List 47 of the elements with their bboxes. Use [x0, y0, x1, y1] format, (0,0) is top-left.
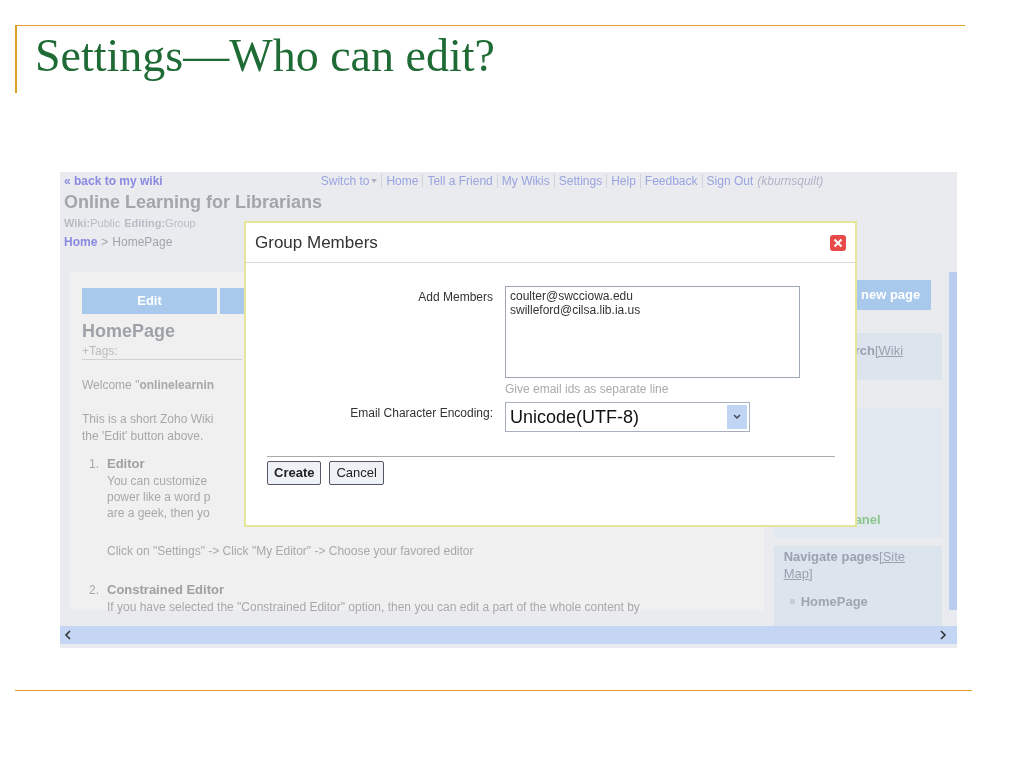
encoding-select[interactable]: Unicode(UTF-8) [505, 402, 750, 432]
caret-icon [371, 179, 378, 183]
create-button[interactable]: Create [267, 461, 322, 485]
list-text: You can customize [107, 473, 208, 489]
username: (kburnsquilt) [757, 174, 824, 188]
breadcrumb-current: HomePage [112, 234, 173, 251]
list-text: power like a word p [107, 489, 211, 505]
breadcrumb-separator: > [101, 234, 109, 251]
navigate-heading: Navigate pages[Site Map] [783, 548, 907, 582]
field-label: Add Members [417, 289, 494, 306]
list-note: Click on "Settings" -> Click "My Editor" -> Choose your favored editor [107, 543, 474, 559]
dialog-title: Group Members [255, 231, 378, 254]
list-text: If you have selected the "Constrained Editor" option, then you can edit a part of the whole content by [107, 599, 640, 615]
back-link[interactable]: « back to my wiki [64, 174, 163, 188]
nav-link[interactable]: Settings [558, 174, 603, 188]
close-icon[interactable] [830, 234, 846, 251]
scroll-left-icon[interactable] [64, 630, 74, 640]
dropdown-icon [727, 405, 747, 429]
breadcrumb-link[interactable]: Home [64, 233, 98, 251]
list-heading: Editor [107, 455, 145, 473]
cancel-button[interactable]: Cancel [329, 461, 384, 485]
vertical-scrollbar[interactable] [949, 272, 957, 610]
bullet-icon [789, 599, 795, 605]
horizontal-scrollbar[interactable] [60, 626, 957, 644]
nav-link[interactable]: My Wikis [501, 174, 550, 188]
nav-link[interactable]: Sign Out [706, 174, 754, 188]
nav-link[interactable]: Home [386, 174, 419, 188]
field-label: Email Character Encoding: [349, 405, 494, 422]
edit-button[interactable]: Edit [82, 288, 217, 314]
list-number: 1. [89, 456, 100, 471]
field-hint: Give email ids as separate line [505, 381, 670, 398]
nav-link[interactable]: Help [611, 174, 636, 188]
list-heading: Constrained Editor [107, 581, 224, 599]
intro-text: This is a short Zoho Wiki [82, 411, 214, 428]
nav-link[interactable]: Feedback [644, 174, 698, 188]
page-title: HomePage [82, 320, 177, 342]
list-number: 2. [89, 582, 100, 597]
welcome-text: Welcome "onlinelearnin [82, 377, 215, 392]
scroll-right-icon[interactable] [937, 630, 947, 640]
wiki-title: Online Learning for Librarians [64, 191, 324, 214]
list-text: are a geek, then yo [107, 505, 210, 521]
members-field[interactable]: coulter@swcciowa.edu swilleford@cilsa.lib.ia.us [505, 286, 800, 378]
intro-text: the 'Edit' button above. [82, 428, 204, 445]
switch-menu[interactable]: Switch to [320, 174, 378, 188]
page-link[interactable]: HomePage [800, 592, 868, 612]
slide-title: Settings—Who can edit? [35, 30, 495, 82]
nav-link[interactable]: Tell a Friend [427, 174, 493, 188]
